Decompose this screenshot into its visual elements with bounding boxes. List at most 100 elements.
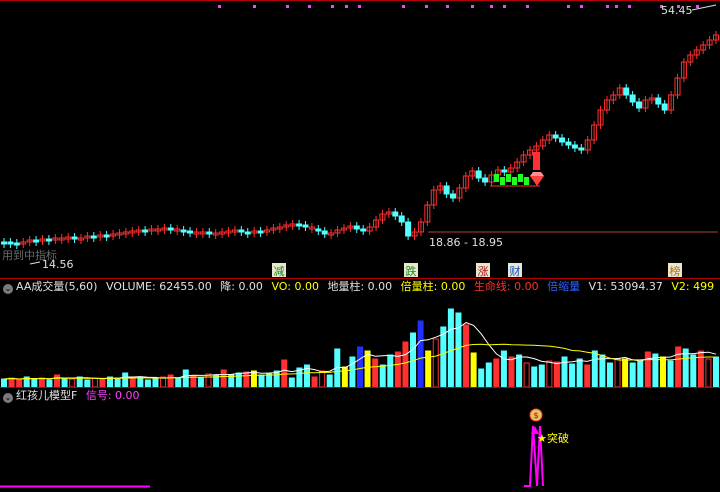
- collapse-signal-icon[interactable]: ⌄: [3, 393, 13, 403]
- high-price-label: 54.45: [661, 4, 693, 17]
- marker-cai[interactable]: 财: [508, 263, 522, 278]
- platform-candle: [512, 177, 517, 185]
- volume-bar: [455, 312, 462, 387]
- top-dot: [580, 5, 583, 8]
- signal-chart[interactable]: $ ★ 突破: [0, 404, 720, 492]
- volume-bar: [84, 379, 91, 387]
- volume-chart[interactable]: [0, 295, 720, 387]
- candles-group: [1, 31, 719, 249]
- volume-bar: [576, 358, 583, 387]
- volume-bar: [379, 364, 386, 387]
- volume-bar: [508, 356, 515, 387]
- volume-bar: [447, 308, 454, 387]
- candle-body: [45, 238, 52, 242]
- top-dot: [331, 5, 334, 8]
- volume-bar: [675, 346, 682, 387]
- volume-bar: [372, 358, 379, 387]
- volume-bar: [144, 379, 151, 387]
- signal-value-item: 信号: 0.00: [85, 389, 140, 402]
- volume-bar: [599, 354, 606, 387]
- volume-bar: [99, 378, 106, 387]
- candle-body: [302, 224, 309, 228]
- volume-bars-group: [1, 308, 719, 387]
- vo-value-item: VO: 0.00: [271, 280, 319, 293]
- marker-zhang[interactable]: 涨: [476, 263, 490, 278]
- platform-candle: [506, 174, 511, 182]
- volume-bar: [129, 377, 136, 387]
- volume-bar: [341, 366, 348, 387]
- volume-bar: [606, 362, 613, 387]
- volume-bar: [463, 324, 470, 387]
- price-chart-canvas[interactable]: 54.45 18.86 - 18.95 用到中指标 14.56 减 跌 涨 财 …: [0, 0, 720, 278]
- top-dot: [615, 5, 618, 8]
- marker-bang[interactable]: 榜: [668, 263, 682, 278]
- volume-bar: [31, 378, 38, 387]
- platform-candle: [524, 177, 529, 185]
- volume-bar: [500, 350, 507, 387]
- event-markers: 减 跌 涨 财 榜: [272, 263, 682, 278]
- beiliangzhu-value-item: 倍量柱: 0.00: [400, 280, 466, 293]
- volume-bar: [440, 326, 447, 387]
- volume-bar: [644, 351, 651, 387]
- volume-bar: [46, 379, 53, 387]
- candle-body: [405, 221, 412, 237]
- volume-bar: [705, 358, 712, 387]
- marker-die[interactable]: 跌: [404, 263, 418, 278]
- volume-bar: [614, 358, 621, 387]
- candle-body: [360, 228, 367, 232]
- candle-body: [244, 231, 251, 235]
- volume-bar: [243, 371, 250, 387]
- volume-bar: [682, 348, 689, 387]
- top-dot: [628, 5, 631, 8]
- svg-text:减: 减: [274, 265, 285, 278]
- top-dot: [696, 5, 699, 8]
- candle-body: [167, 227, 174, 231]
- top-dot: [606, 5, 609, 8]
- volume-bar: [357, 346, 363, 387]
- candle-body: [321, 230, 328, 235]
- volume-bar: [122, 372, 129, 387]
- candle-body: [629, 94, 636, 103]
- volume-bar: [258, 374, 265, 387]
- signal-indicator-header: ⌄ 红孩儿模型F 信号: 0.00: [0, 387, 720, 405]
- candle-body: [187, 230, 194, 234]
- platform-candle: [494, 174, 499, 182]
- volume-bar: [659, 356, 666, 387]
- candle-body: [206, 231, 213, 235]
- volume-bar: [91, 377, 98, 387]
- volume-chart-canvas[interactable]: [0, 295, 720, 387]
- volume-bar: [432, 338, 439, 387]
- svg-text:跌: 跌: [406, 264, 417, 278]
- candle-body: [257, 230, 264, 234]
- volume-bar: [69, 378, 76, 387]
- marker-jian[interactable]: 减: [272, 263, 286, 278]
- volume-bar: [152, 378, 159, 387]
- signal-chart-canvas[interactable]: $ ★ 突破: [0, 404, 720, 492]
- platform-candle: [500, 177, 505, 185]
- candle-body: [482, 177, 489, 183]
- volume-bar: [417, 320, 424, 387]
- volume-bar: [425, 350, 432, 387]
- top-dot: [425, 5, 428, 8]
- candle-body: [571, 144, 578, 149]
- volume-bar: [516, 354, 523, 387]
- volume-bar: [235, 372, 242, 387]
- signal-indicator-title[interactable]: 红孩儿模型F: [16, 389, 77, 402]
- volume-bar: [538, 364, 545, 387]
- collapse-volume-icon[interactable]: ⌄: [3, 284, 13, 294]
- top-dot: [253, 5, 256, 8]
- candle-body: [71, 236, 78, 240]
- top-dot: [490, 5, 493, 8]
- candlestick-chart[interactable]: 54.45 18.86 - 18.95 用到中指标 14.56 减 跌 涨 财 …: [0, 0, 720, 278]
- diamond-icon: [530, 172, 544, 186]
- candle-body: [33, 239, 40, 243]
- top-dot: [446, 5, 449, 8]
- top-dot: [345, 5, 348, 8]
- volume-indicator-title[interactable]: AA成交量(5,60): [16, 280, 97, 293]
- low-price-label: 14.56: [42, 258, 74, 271]
- volume-bar: [288, 377, 295, 387]
- svg-text:涨: 涨: [478, 265, 489, 278]
- candle-body: [1, 241, 7, 245]
- volume-bar: [182, 369, 189, 387]
- volume-bar: [319, 370, 326, 387]
